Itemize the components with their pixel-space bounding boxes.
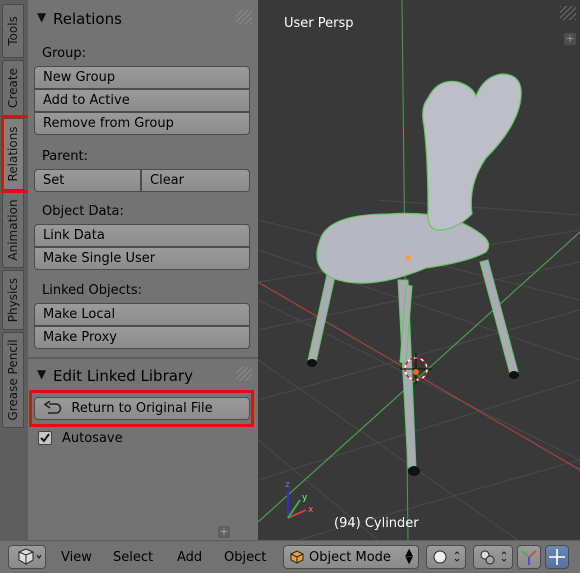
3d-viewport[interactable]: z x y User Persp (94) Cylinder + (258, 0, 580, 540)
svg-text:y: y (302, 493, 308, 503)
return-to-original-file-button[interactable]: Return to Original File (34, 397, 250, 420)
parent-label: Parent: (42, 149, 88, 164)
leg-foot (509, 371, 519, 379)
edit-linked-library-title: Edit Linked Library (53, 367, 193, 385)
add-menu[interactable]: Add (177, 550, 202, 565)
collapse-triangle-icon: ▼ (37, 367, 47, 381)
updown-arrows-icon: ▲ ▼ (405, 547, 413, 566)
tab-physics-label: Physics (6, 277, 20, 323)
tool-shelf-tabs: Tools Create Relations Animation Physics… (0, 0, 28, 540)
translate-arrows-icon (549, 549, 565, 565)
tab-tools[interactable]: Tools (2, 4, 24, 58)
tab-create-label: Create (6, 68, 20, 108)
viewport-plus-icon[interactable]: + (564, 33, 576, 45)
drag-grip-icon[interactable] (236, 367, 252, 381)
linked-objects-label: Linked Objects: (42, 283, 143, 298)
editor-type-button[interactable] (8, 545, 46, 569)
add-to-active-button[interactable]: Add to Active (34, 89, 250, 112)
3d-view-header: View Select Add Object Object Mode ▲ ▼ (0, 540, 580, 573)
make-single-user-button[interactable]: Make Single User (34, 247, 250, 270)
relations-title: Relations (53, 10, 122, 28)
parent-clear-button[interactable]: Clear (141, 169, 250, 192)
object-origin (405, 255, 411, 261)
viewport-view-name: User Persp (284, 16, 354, 31)
chair-backrest (422, 73, 522, 231)
panel-divider (28, 357, 258, 359)
edit-linked-library-header[interactable]: ▼ Edit Linked Library (28, 361, 258, 391)
translate-toggle[interactable] (545, 545, 569, 569)
tab-relations-label: Relations (6, 126, 20, 182)
leg-foot (408, 466, 420, 476)
leg-foot (307, 359, 317, 367)
select-menu[interactable]: Select (113, 550, 153, 565)
autosave-checkbox[interactable] (38, 431, 52, 445)
make-proxy-button[interactable]: Make Proxy (34, 326, 250, 349)
axis-gizmo-icon: z x y (285, 480, 314, 519)
link-data-button[interactable]: Link Data (34, 224, 250, 247)
viewport-object-info: (94) Cylinder (334, 516, 419, 531)
pivot-icon (480, 550, 507, 565)
tab-relations[interactable]: Relations (2, 118, 24, 190)
mode-dropdown[interactable]: Object Mode ▲ ▼ (283, 545, 419, 569)
cube-icon (290, 550, 304, 564)
remove-from-group-button[interactable]: Remove from Group (34, 112, 250, 135)
tab-grease-pencil-label: Grease Pencil (6, 339, 20, 421)
tab-physics[interactable]: Physics (2, 270, 24, 330)
chair-seat (316, 212, 490, 284)
manipulator-icon (521, 550, 537, 565)
chair-legs (307, 259, 519, 469)
tab-animation-label: Animation (6, 199, 20, 261)
x-axis-line (258, 281, 580, 471)
new-group-button[interactable]: New Group (34, 66, 250, 89)
drag-grip-icon[interactable] (236, 10, 252, 24)
tab-grease-pencil[interactable]: Grease Pencil (2, 332, 24, 428)
shading-dropdown[interactable] (426, 545, 466, 569)
viewport-grip-icon[interactable] (560, 6, 576, 20)
tool-shelf-panel: ▼ Relations Group: New Group Add to Acti… (28, 0, 258, 540)
tab-animation[interactable]: Animation (2, 192, 24, 268)
relations-panel-header[interactable]: ▼ Relations (28, 4, 258, 34)
return-button-label: Return to Original File (71, 401, 213, 416)
tab-create[interactable]: Create (2, 60, 24, 116)
make-local-button[interactable]: Make Local (34, 303, 250, 326)
autosave-label: Autosave (62, 431, 123, 446)
y-axis-line (258, 231, 580, 523)
sphere-icon (433, 550, 460, 564)
object-menu[interactable]: Object (224, 550, 266, 565)
view-menu[interactable]: View (61, 550, 92, 565)
svg-text:x: x (308, 505, 314, 515)
viewport-scene: z x y (258, 0, 580, 540)
tab-tools-label: Tools (6, 16, 20, 46)
manipulator-toggle[interactable] (517, 545, 541, 569)
object-data-label: Object Data: (42, 204, 124, 219)
panel-plus-icon[interactable]: + (218, 526, 230, 538)
checkmark-icon (40, 433, 50, 443)
group-label: Group: (42, 46, 86, 61)
pivot-dropdown[interactable] (473, 545, 513, 569)
parent-set-button[interactable]: Set (34, 169, 141, 192)
collapse-triangle-icon: ▼ (37, 10, 47, 24)
svg-text:z: z (285, 480, 290, 490)
view3d-icon (18, 548, 42, 565)
mode-label: Object Mode (309, 550, 391, 565)
